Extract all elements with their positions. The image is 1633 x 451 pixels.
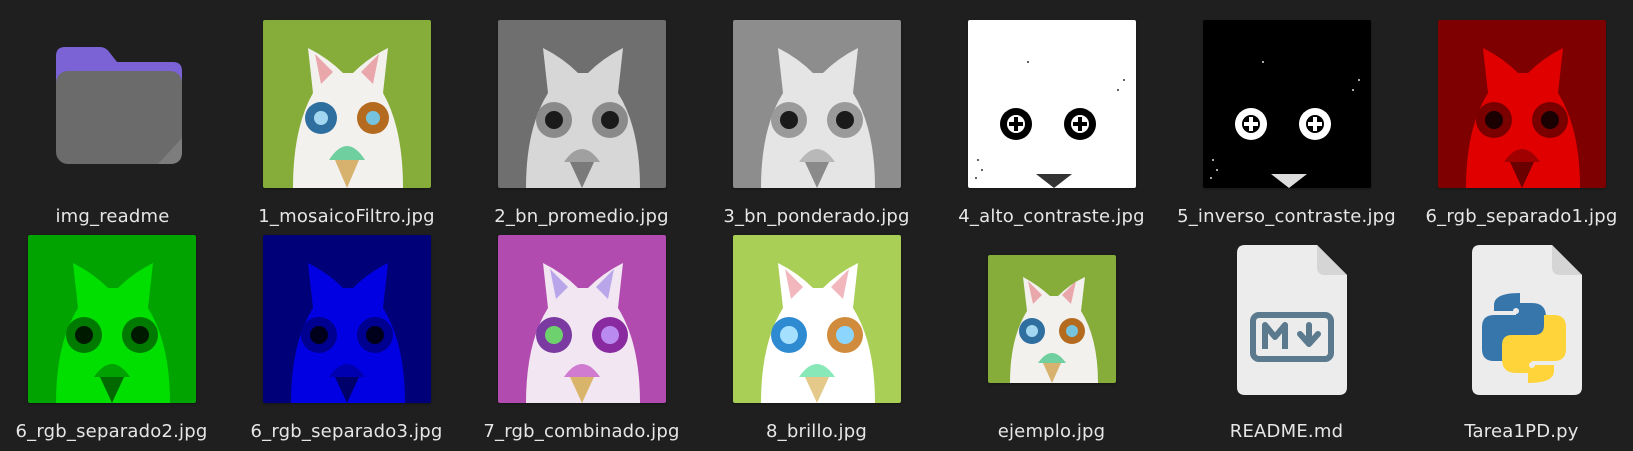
file-name: 6_rgb_separado3.jpg [250,421,443,442]
image-thumbnail-icon [497,20,666,188]
file-item-ejemplo[interactable]: ejemplo.jpg [934,235,1169,450]
file-item-tarea1pd-py[interactable]: Tarea1PD.py [1404,235,1633,450]
image-thumbnail-icon [987,255,1116,383]
image-thumbnail-icon [732,235,901,403]
file-name: 7_rgb_combinado.jpg [483,421,680,442]
file-item-8-brillo[interactable]: 8_brillo.jpg [699,235,934,450]
image-thumbnail-icon [1202,20,1371,188]
file-grid: img_readme 1_mosaicoFiltro.jpg 2_bn_prom… [0,0,1633,451]
image-thumbnail-icon [262,235,431,403]
folder-icon [38,34,188,174]
file-item-1-mosaicofiltro[interactable]: 1_mosaicoFiltro.jpg [229,20,464,235]
file-name: 6_rgb_separado2.jpg [15,421,208,442]
file-name: Tarea1PD.py [1464,421,1579,442]
file-name: 1_mosaicoFiltro.jpg [258,206,435,227]
file-item-6-rgb-separado1[interactable]: 6_rgb_separado1.jpg [1404,20,1633,235]
file-item-6-rgb-separado3[interactable]: 6_rgb_separado3.jpg [229,235,464,450]
file-item-4-alto-contraste[interactable]: 4_alto_contraste.jpg [934,20,1169,235]
file-item-2-bn-promedio[interactable]: 2_bn_promedio.jpg [464,20,699,235]
python-file-icon [1462,245,1582,395]
file-item-readme-md[interactable]: README.md [1169,235,1404,450]
image-thumbnail-icon [967,20,1136,188]
image-thumbnail-icon [27,235,196,403]
file-name: 3_bn_ponderado.jpg [723,206,910,227]
file-name: README.md [1229,421,1344,442]
file-item-6-rgb-separado2[interactable]: 6_rgb_separado2.jpg [0,235,229,450]
markdown-file-icon [1227,245,1347,395]
file-name: 4_alto_contraste.jpg [958,206,1145,227]
file-name: 8_brillo.jpg [766,421,867,442]
file-item-7-rgb-combinado[interactable]: 7_rgb_combinado.jpg [464,235,699,450]
file-name: 6_rgb_separado1.jpg [1425,206,1618,227]
image-thumbnail-icon [497,235,666,403]
image-thumbnail-icon [732,20,901,188]
file-item-img-readme[interactable]: img_readme [0,20,230,235]
file-name: 5_inverso_contraste.jpg [1177,206,1396,227]
image-thumbnail-icon [262,20,431,188]
file-name: ejemplo.jpg [997,421,1106,442]
file-name: 2_bn_promedio.jpg [494,206,669,227]
file-name: img_readme [55,206,170,227]
image-thumbnail-icon [1437,20,1606,188]
file-item-3-bn-ponderado[interactable]: 3_bn_ponderado.jpg [699,20,934,235]
file-item-5-inverso-contraste[interactable]: 5_inverso_contraste.jpg [1169,20,1404,235]
